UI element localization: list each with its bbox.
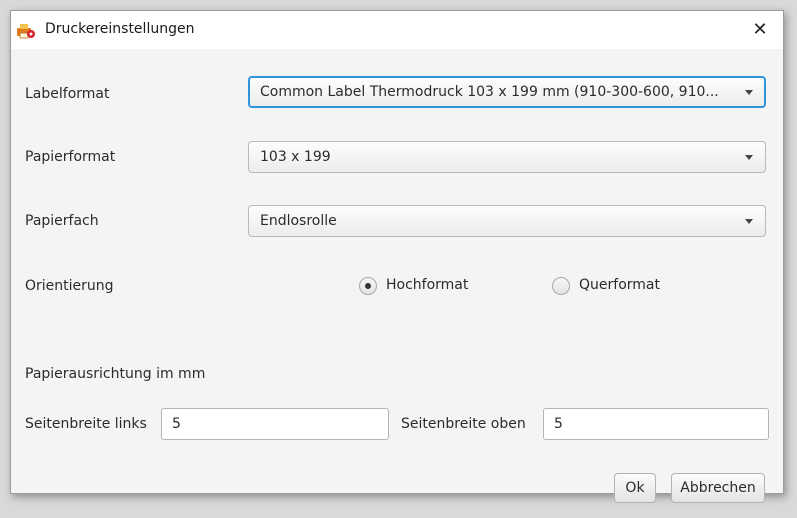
radio-hochformat-label: Hochformat <box>386 277 469 293</box>
papierfach-label: Papierfach <box>25 213 99 229</box>
alignment-heading: Papierausrichtung im mm <box>25 366 206 382</box>
window-title: Druckereinstellungen <box>45 21 195 37</box>
cancel-button[interactable]: Abbrechen <box>671 473 765 503</box>
chevron-down-icon <box>745 155 753 160</box>
papierformat-label: Papierformat <box>25 149 116 165</box>
seitenbreite-oben-input[interactable] <box>543 408 769 440</box>
ok-button[interactable]: Ok <box>614 473 656 503</box>
printer-settings-icon <box>17 24 35 39</box>
seitenbreite-links-input[interactable] <box>161 408 389 440</box>
title-bar: Druckereinstellungen ✕ <box>11 11 783 49</box>
labelformat-value: Common Label Thermodruck 103 x 199 mm (9… <box>260 84 719 100</box>
seitenbreite-links-label: Seitenbreite links <box>25 416 147 432</box>
papierfach-select[interactable]: Endlosrolle <box>248 205 766 237</box>
labelformat-label: Labelformat <box>25 86 110 102</box>
close-icon: ✕ <box>752 19 768 40</box>
radio-dot <box>365 283 371 289</box>
radio-querformat-label: Querformat <box>579 277 660 293</box>
papierformat-value: 103 x 199 <box>260 149 331 165</box>
orientierung-label: Orientierung <box>25 278 114 294</box>
close-button[interactable]: ✕ <box>741 13 779 47</box>
radio-checked-icon <box>359 277 377 295</box>
seitenbreite-oben-label: Seitenbreite oben <box>401 416 526 432</box>
printer-settings-dialog: Druckereinstellungen ✕ Labelformat Commo… <box>10 10 784 503</box>
papierformat-select[interactable]: 103 x 199 <box>248 141 766 173</box>
chevron-down-icon <box>745 90 753 95</box>
labelformat-select[interactable]: Common Label Thermodruck 103 x 199 mm (9… <box>248 76 766 108</box>
radio-unchecked-icon <box>552 277 570 295</box>
papierfach-value: Endlosrolle <box>260 213 337 229</box>
chevron-down-icon <box>745 219 753 224</box>
